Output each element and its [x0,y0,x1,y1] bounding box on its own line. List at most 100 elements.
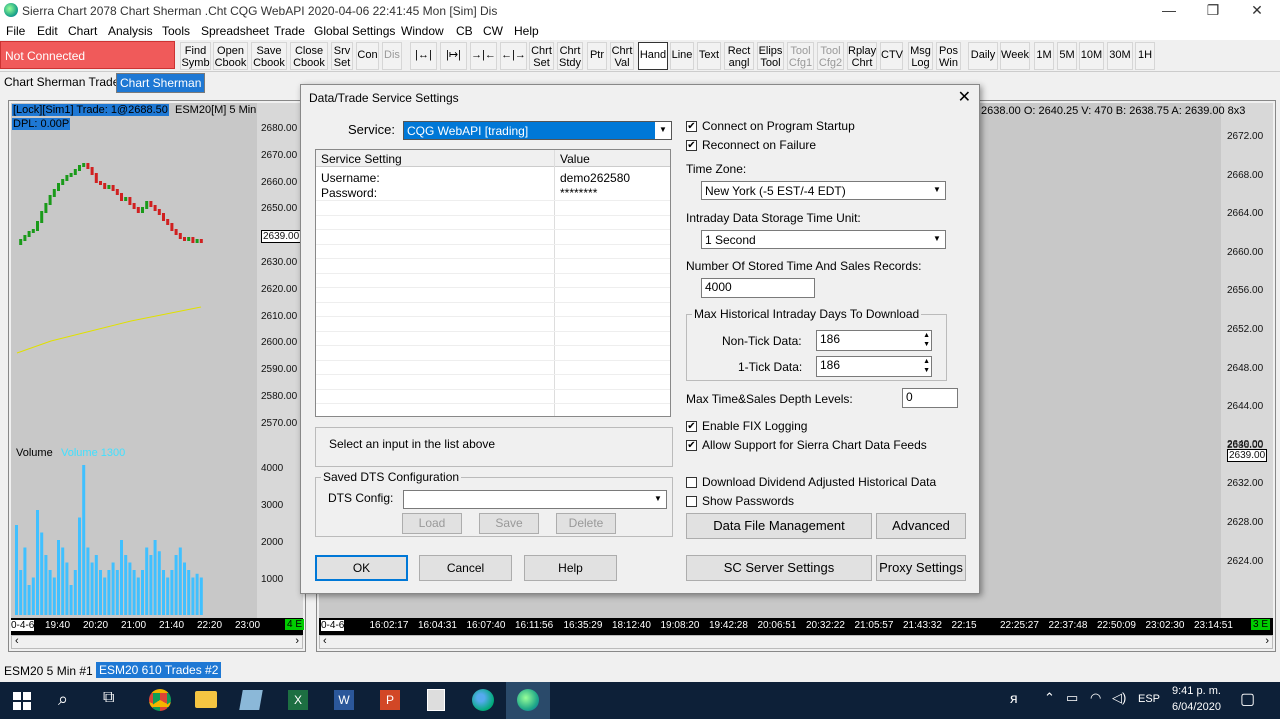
spinner-icon[interactable]: ▲ ▼ [923,357,930,375]
chrome-icon[interactable] [149,689,171,711]
toolbar-button-32[interactable]: 1H [1135,42,1155,70]
sc-server-settings-button[interactable]: SC Server Settings [686,555,872,581]
toolbar-button-5[interactable]: Con [356,42,379,70]
toolbar-button-9[interactable]: →|← [470,42,497,70]
menu-spreadsheet[interactable]: Spreadsheet [201,24,269,38]
scroll-left-icon[interactable]: ‹ [323,635,327,647]
delete-button[interactable]: Delete [556,513,616,534]
table-row-username-label[interactable]: Username: [321,171,380,185]
edge-icon[interactable] [472,689,494,711]
menu-trade[interactable]: Trade [274,24,305,38]
cancel-button[interactable]: Cancel [419,555,512,581]
toolbar-button-23[interactable]: CTV [880,42,903,70]
menu-window[interactable]: Window [401,24,444,38]
file-explorer-icon[interactable] [195,691,217,708]
show-passwords-checkbox[interactable] [686,496,697,507]
clock-date[interactable]: 6/04/2020 [1172,701,1221,713]
toolbar-button-11[interactable]: Chrt Set [529,42,554,70]
fix-logging-checkbox[interactable]: ✔ [686,421,697,432]
spinner-icon[interactable]: ▲ ▼ [923,331,930,349]
service-select[interactable]: CQG WebAPI [trading] ▼ [403,121,672,140]
toolbar-button-28[interactable]: 1M [1034,42,1054,70]
toolbar-button-27[interactable]: Week [1000,42,1030,70]
toolbar-button-30[interactable]: 10M [1079,42,1104,70]
menu-tools[interactable]: Tools [162,24,190,38]
menu-help[interactable]: Help [514,24,539,38]
scroll-left-icon[interactable]: ‹ [15,635,19,647]
maximize-icon[interactable]: ❐ [1190,0,1236,22]
toolbar-button-26[interactable]: Daily [968,42,998,70]
dts-config-select[interactable]: ▼ [403,490,667,509]
language-indicator[interactable]: ESP [1138,693,1160,705]
reconnect-checkbox[interactable]: ✔ [686,140,697,151]
table-row-username-value[interactable]: demo262580 [560,171,630,185]
menu-cw[interactable]: CW [483,24,503,38]
advanced-button[interactable]: Advanced [876,513,966,539]
menu-cb[interactable]: CB [456,24,473,38]
toolbar-button-12[interactable]: Chrt Stdy [557,42,583,70]
storage-unit-select[interactable]: 1 Second ▼ [701,230,946,249]
status-chart-1[interactable]: ESM20 5 Min #1 [4,664,93,678]
menu-file[interactable]: File [6,24,25,38]
left-horizontal-scrollbar[interactable]: ‹ › [11,635,303,649]
toolbar-button-18[interactable]: Rect angl [724,42,754,70]
toolbar-button-7[interactable]: |↔| [410,42,437,70]
toolbar-button-15[interactable]: Hand [638,42,668,70]
notifications-icon[interactable]: ▢ [1240,689,1255,709]
toolbar-button-13[interactable]: Ptr [587,42,607,70]
right-horizontal-scrollbar[interactable]: ‹ › [319,635,1273,649]
records-input[interactable]: 4000 [701,278,815,298]
chevron-up-icon[interactable]: ⌃ [1044,690,1055,706]
table-row-password-label[interactable]: Password: [321,186,377,200]
windows-start-icon[interactable] [13,692,31,710]
service-settings-table[interactable]: Service Setting Value Username: demo2625… [315,149,671,419]
powerpoint-icon[interactable]: P [380,690,400,710]
dividend-checkbox[interactable] [686,477,697,488]
toolbar-button-31[interactable]: 30M [1107,42,1133,70]
help-button[interactable]: Help [524,555,617,581]
ok-button[interactable]: OK [315,555,408,581]
tick-input[interactable]: 186 ▲ ▼ [816,356,932,377]
toolbar-button-3[interactable]: Close Cbook [290,42,328,70]
chevron-down-icon[interactable]: ▼ [650,491,666,508]
toolbar-button-4[interactable]: Srv Set [331,42,353,70]
menu-chart[interactable]: Chart [68,24,97,38]
toolbar-button-14[interactable]: Chrt Val [610,42,634,70]
proxy-settings-button[interactable]: Proxy Settings [876,555,966,581]
battery-icon[interactable]: ▭ [1066,690,1078,706]
wifi-icon[interactable]: ◠ [1090,690,1101,706]
data-file-management-button[interactable]: Data File Management [686,513,872,539]
chevron-down-icon[interactable]: ▼ [655,122,671,139]
people-icon[interactable]: ᴙ [1010,690,1018,706]
save-config-button[interactable]: Save [479,513,539,534]
toolbar-button-22[interactable]: Rplay Chrt [847,42,877,70]
menu-analysis[interactable]: Analysis [108,24,153,38]
table-row-password-value[interactable]: ******** [560,186,597,200]
notepad-icon[interactable] [239,690,263,710]
task-view-icon[interactable]: ⧉ [103,689,114,707]
chevron-down-icon[interactable]: ▼ [929,231,945,248]
search-icon[interactable]: ⌕ [58,689,68,710]
minimize-icon[interactable]: — [1146,0,1192,22]
chevron-down-icon[interactable]: ▼ [929,182,945,199]
timezone-select[interactable]: New York (-5 EST/-4 EDT) ▼ [701,181,946,200]
load-button[interactable]: Load [402,513,462,534]
connect-startup-checkbox[interactable]: ✔ [686,121,697,132]
calculator-icon[interactable] [427,689,445,711]
connection-status[interactable]: Not Connected [0,41,175,69]
allow-support-checkbox[interactable]: ✔ [686,440,697,451]
word-icon[interactable]: W [334,690,354,710]
status-chart-2[interactable]: ESM20 610 Trades #2 [96,662,222,678]
toolbar-button-10[interactable]: ←|→ [500,42,527,70]
toolbar-button-24[interactable]: Msg Log [908,42,933,70]
scroll-right-icon[interactable]: › [295,635,299,647]
toolbar-button-25[interactable]: Pos Win [936,42,961,70]
toolbar-button-6[interactable]: Dis [382,42,402,70]
toolbar-button-2[interactable]: Save Cbook [251,42,287,70]
toolbar-button-21[interactable]: Tool Cfg2 [817,42,844,70]
menu-global-settings[interactable]: Global Settings [314,24,395,38]
sierra-chart-taskbar-button[interactable] [506,682,550,719]
toolbar-button-1[interactable]: Open Cbook [213,42,248,70]
clock-time[interactable]: 9:41 p. m. [1172,685,1221,697]
tab-chart-sherman-trader[interactable]: Chart Sherman Trader [0,73,127,93]
